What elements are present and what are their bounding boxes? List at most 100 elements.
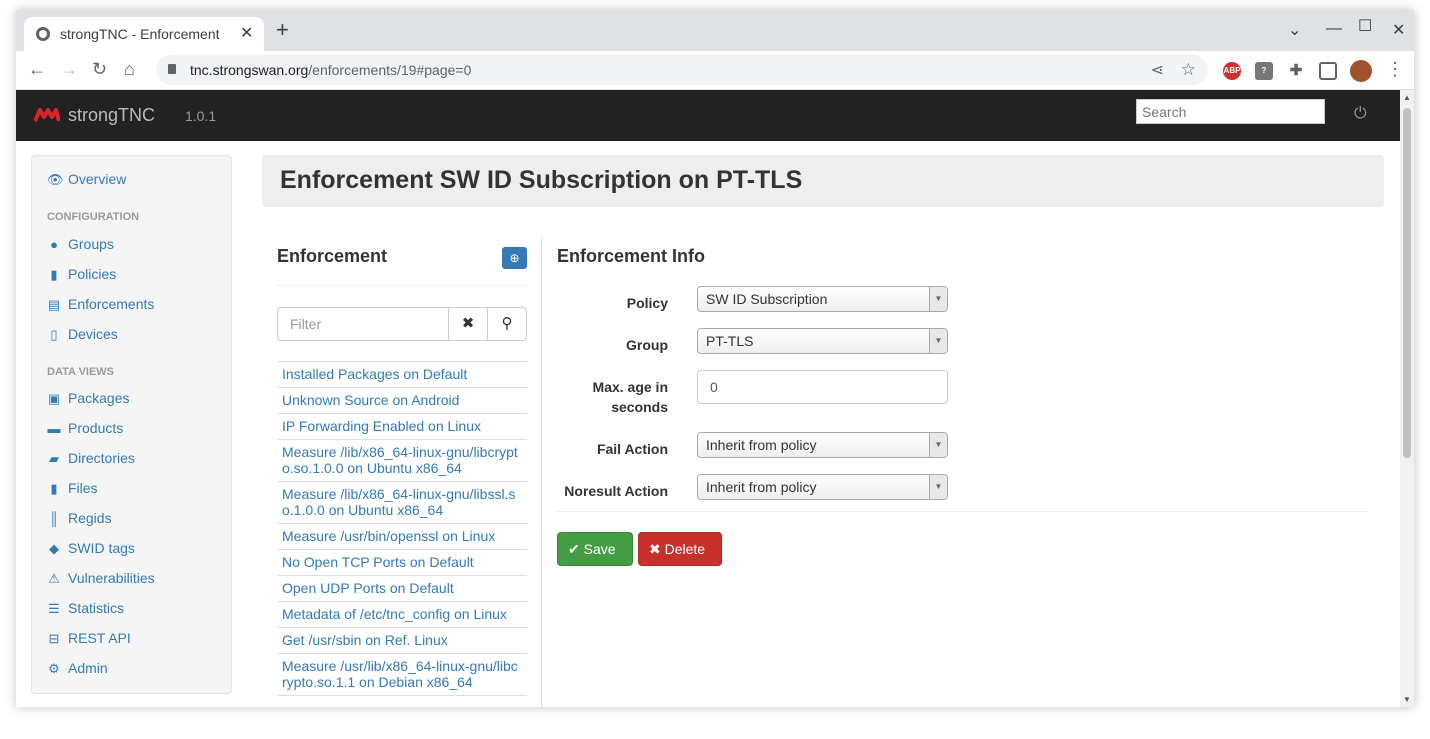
noresult-action-select[interactable]: Inherit from policy ▼ [697,474,948,500]
list-item[interactable]: Open UDP Ports on Default [277,576,527,602]
search-filter-button[interactable]: ⚲ [487,307,527,341]
browser-menu-icon[interactable]: ⋮ [1386,59,1404,79]
list-item[interactable]: Get /usr/sbin on Ref. Linux [277,628,527,654]
column-divider [541,237,542,707]
forward-icon[interactable]: → [60,59,78,79]
sidebar-item-devices[interactable]: ▯ Devices [47,326,117,343]
eye-icon: 👁 [47,172,64,187]
tab-search-icon[interactable]: ⌄ [1288,20,1301,40]
profile-avatar[interactable] [1350,60,1372,82]
url-text[interactable]: tnc.strongswan.org/enforcements/19#page=… [190,62,471,78]
tag-icon: ◆ [49,541,59,556]
sidebar-item-swid-tags[interactable]: ◆ SWID tags [47,540,135,557]
logout-power-icon[interactable]: ⏻ [1354,105,1367,123]
tasks-icon: ☰ [48,601,60,616]
tab-strip: strongTNC - Enforcement ✕ + ⌄ — ☐ ✕ [16,10,1414,51]
browser-toolbar: ← → ↻ ⌂ tnc.strongswan.org/enforcements/… [16,51,1414,90]
bookmark-star-icon[interactable]: ☆ [1181,60,1196,80]
sidebar-item-label: Packages [68,390,130,406]
policy-label: Policy [626,295,668,311]
fail-action-select[interactable]: Inherit from policy ▼ [697,432,948,458]
user-icon: ● [50,237,58,252]
scroll-down-icon[interactable]: ▼ [1403,695,1411,704]
sidebar-item-label: Overview [68,171,127,187]
page-scrollbar[interactable]: ▲ ▼ [1400,90,1414,707]
extension-help-icon[interactable]: ? [1255,62,1273,80]
group-select[interactable]: PT-TLS ▼ [697,328,948,354]
sidebar-item-statistics[interactable]: ☰ Statistics [47,600,124,617]
warning-icon: ⚠ [48,571,60,586]
enforcement-list: Installed Packages on Default Unknown So… [277,361,527,696]
list-item[interactable]: Measure /usr/lib/x86_64-linux-gnu/libcry… [277,654,527,696]
clear-filter-button[interactable]: ✖ [448,307,488,341]
cog-icon: ⚙ [48,661,60,676]
sidebar-item-packages[interactable]: ▣ Packages [47,390,130,407]
back-icon[interactable]: ← [28,59,46,79]
page-header: Enforcement SW ID Subscription on PT-TLS [262,155,1384,207]
list-item[interactable]: Unknown Source on Android [277,388,527,414]
sidebar-item-vulnerabilities[interactable]: ⚠ Vulnerabilities [47,570,154,587]
remove-icon: ✖ [461,315,475,332]
scrollbar-thumb[interactable] [1403,108,1411,458]
app-version: 1.0.1 [185,108,217,124]
filter-group: ✖ ⚲ [277,307,527,341]
sidebar-item-policies[interactable]: ▮ Policies [47,266,116,283]
add-enforcement-button[interactable]: ⊕ [502,247,527,269]
scroll-up-icon[interactable]: ▲ [1403,93,1411,102]
list-item[interactable]: No Open TCP Ports on Default [277,550,527,576]
policy-select[interactable]: SW ID Subscription ▼ [697,286,948,312]
book-icon: ▮ [50,267,58,282]
save-button[interactable]: ✔ Save [557,532,633,566]
minimize-icon[interactable]: — [1326,20,1342,38]
sidebar-item-label: Products [68,420,124,436]
list-item[interactable]: Installed Packages on Default [277,362,527,388]
maximize-icon[interactable]: ☐ [1358,16,1372,36]
sidebar-item-overview[interactable]: 👁 Overview [47,171,126,188]
delete-button[interactable]: ✖ Delete [638,532,722,566]
check-icon: ✔ [568,541,580,557]
sidebar-item-directories[interactable]: ▰ Directories [47,450,135,467]
extensions-puzzle-icon[interactable]: ✚ [1287,62,1305,80]
sidebar-item-enforcements[interactable]: ▤ Enforcements [47,296,155,313]
window-close-icon[interactable]: ✕ [1392,20,1405,40]
chevron-down-icon: ▼ [929,329,947,353]
page-title: Enforcement SW ID Subscription on PT-TLS [280,166,803,194]
enforcement-list-heading: Enforcement [277,246,388,266]
divider [557,511,1369,512]
sidebar-item-rest-api[interactable]: ⊟ REST API [47,630,131,647]
search-input[interactable] [1136,99,1325,124]
tab-title: strongTNC - Enforcement [60,26,220,42]
strongswan-logo-icon [34,108,60,122]
save-button-label: Save [583,541,616,557]
new-tab-icon[interactable]: + [276,19,289,41]
list-item[interactable]: Metadata of /etc/tnc_config on Linux [277,602,527,628]
brand-name[interactable]: strongTNC [68,105,155,126]
noresult-action-label: Noresult Action [564,483,668,499]
filter-input[interactable] [277,307,449,341]
sidebar-item-files[interactable]: ▮ Files [47,480,97,497]
list-item[interactable]: Measure /usr/bin/openssl on Linux [277,524,527,550]
browser-tab[interactable]: strongTNC - Enforcement ✕ [24,17,264,51]
list-item[interactable]: Measure /lib/x86_64-linux-gnu/libssl.so.… [277,482,527,524]
list-item[interactable]: IP Forwarding Enabled on Linux [277,414,527,440]
policy-select-value: SW ID Subscription [706,291,828,307]
reload-icon[interactable]: ↻ [92,59,107,79]
sidebar-item-products[interactable]: ▬ Products [47,420,124,436]
max-age-input[interactable]: 0 [697,370,948,404]
share-icon[interactable]: ⋖ [1151,60,1164,80]
sidebar-item-label: Regids [68,510,112,526]
sidebar-item-label: Groups [68,236,114,252]
address-bar[interactable]: tnc.strongswan.org/enforcements/19#page=… [156,55,1208,85]
browser-window: strongTNC - Enforcement ✕ + ⌄ — ☐ ✕ ← → … [16,10,1414,707]
home-icon[interactable]: ⌂ [124,59,135,79]
sidebar-item-label: REST API [68,630,131,646]
side-panel-icon[interactable] [1319,62,1337,80]
adblock-icon[interactable]: ABP [1223,62,1241,80]
sidebar-item-regids[interactable]: ║ Regids [47,510,112,526]
list-item[interactable]: Measure /lib/x86_64-linux-gnu/libcrypto.… [277,440,527,482]
url-path: /enforcements/19#page=0 [308,62,472,78]
sidebar-item-groups[interactable]: ● Groups [47,236,114,252]
sidebar-item-admin[interactable]: ⚙ Admin [47,660,108,677]
close-tab-icon[interactable]: ✕ [240,23,253,43]
sidebar-item-label: Directories [68,450,135,466]
